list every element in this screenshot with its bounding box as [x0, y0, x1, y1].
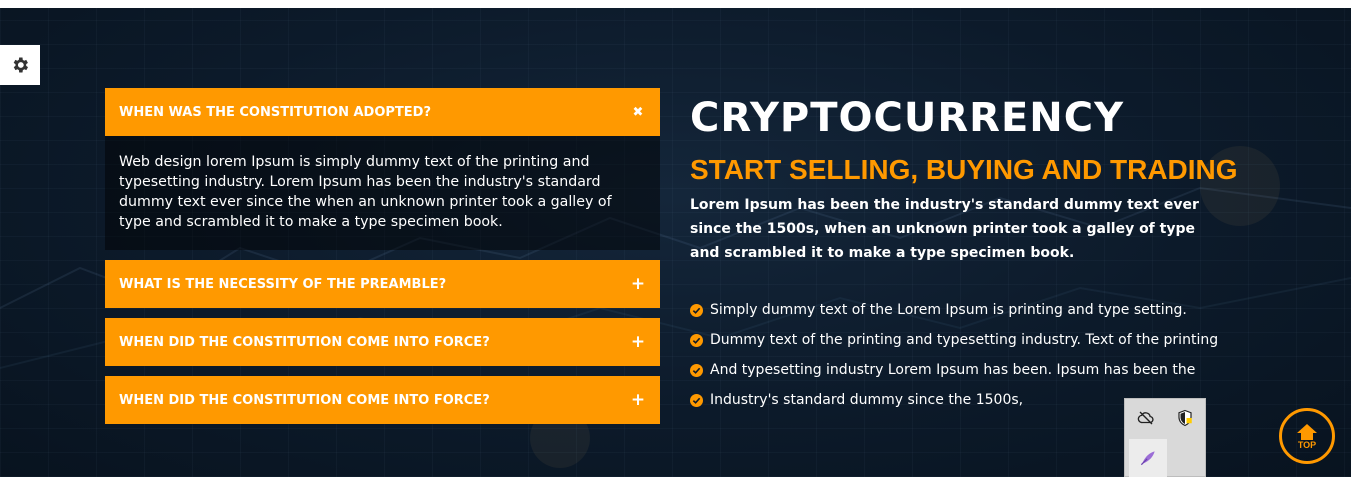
shield-icon[interactable] [1170, 403, 1200, 433]
settings-button[interactable] [0, 45, 40, 85]
faq-accordion: WHEN WAS THE CONSTITUTION ADOPTED? ✖ Web… [105, 88, 660, 434]
list-item-text: And typesetting industry Lorem Ipsum has… [710, 362, 1196, 378]
faq-question-text: WHEN DID THE CONSTITUTION COME INTO FORC… [119, 334, 490, 350]
faq-item: WHAT IS THE NECESSITY OF THE PREAMBLE? + [105, 260, 660, 308]
close-icon[interactable]: ✖ [630, 105, 646, 120]
list-item-text: Dummy text of the printing and typesetti… [710, 332, 1219, 348]
gear-icon [13, 57, 29, 73]
top-strip [0, 0, 1351, 8]
faq-question-2[interactable]: WHAT IS THE NECESSITY OF THE PREAMBLE? + [105, 260, 660, 308]
page-title: CRYPTOCURRENCY [690, 95, 1125, 141]
faq-question-text: WHEN DID THE CONSTITUTION COME INTO FORC… [119, 392, 490, 408]
check-circle-icon [690, 303, 703, 317]
plus-icon[interactable]: + [630, 332, 646, 352]
check-circle-icon [690, 363, 703, 377]
faq-item: WHEN DID THE CONSTITUTION COME INTO FORC… [105, 376, 660, 424]
cloud-off-icon[interactable] [1131, 403, 1161, 433]
check-circle-icon [690, 393, 703, 407]
list-item-text: Industry's standard dummy since the 1500… [710, 392, 1024, 408]
plus-icon[interactable]: + [630, 274, 646, 294]
house-arrow-up-icon [1297, 423, 1317, 440]
faq-item: WHEN DID THE CONSTITUTION COME INTO FORC… [105, 318, 660, 366]
faq-question-1[interactable]: WHEN WAS THE CONSTITUTION ADOPTED? ✖ [105, 88, 660, 136]
feather-icon[interactable] [1129, 439, 1167, 477]
list-item-text: Simply dummy text of the Lorem Ipsum is … [710, 302, 1187, 318]
list-item: And typesetting industry Lorem Ipsum has… [690, 355, 1250, 385]
feature-list: Simply dummy text of the Lorem Ipsum is … [690, 295, 1250, 415]
faq-question-text: WHEN WAS THE CONSTITUTION ADOPTED? [119, 104, 431, 120]
back-to-top-button[interactable]: TOP [1279, 408, 1335, 464]
faq-question-text: WHAT IS THE NECESSITY OF THE PREAMBLE? [119, 276, 447, 292]
back-to-top-label: TOP [1297, 439, 1317, 450]
check-circle-icon [690, 333, 703, 347]
page-subtitle: START SELLING, BUYING AND TRADING [690, 154, 1238, 185]
faq-question-4[interactable]: WHEN DID THE CONSTITUTION COME INTO FORC… [105, 376, 660, 424]
faq-answer-1: Web design lorem Ipsum is simply dummy t… [105, 136, 660, 250]
faq-item: WHEN WAS THE CONSTITUTION ADOPTED? ✖ [105, 88, 660, 136]
list-item: Dummy text of the printing and typesetti… [690, 325, 1250, 355]
extension-popup [1124, 398, 1206, 477]
faq-question-3[interactable]: WHEN DID THE CONSTITUTION COME INTO FORC… [105, 318, 660, 366]
crypto-content: CRYPTOCURRENCY START SELLING, BUYING AND… [690, 95, 1250, 415]
plus-icon[interactable]: + [630, 390, 646, 410]
list-item: Simply dummy text of the Lorem Ipsum is … [690, 295, 1250, 325]
lead-paragraph: Lorem Ipsum has been the industry's stan… [690, 197, 1199, 261]
